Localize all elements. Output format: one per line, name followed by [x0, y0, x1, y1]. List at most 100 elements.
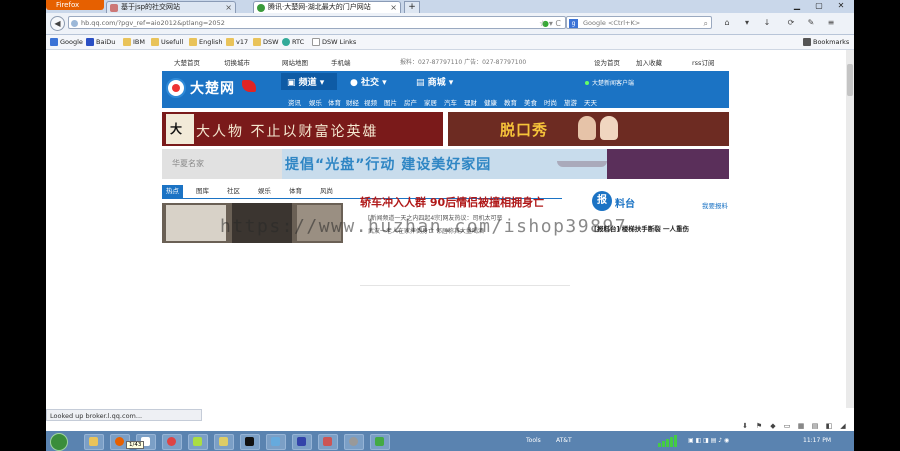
bookmark-english[interactable]: English: [189, 37, 222, 47]
search-input[interactable]: g Google <Ctrl+K> ⌕: [566, 16, 712, 29]
tab-entertainment[interactable]: 娱乐: [254, 185, 275, 198]
sub-nav-item[interactable]: 家居: [424, 97, 437, 107]
star-icon[interactable]: ☆ ▾ C: [539, 17, 561, 30]
sub-nav-item[interactable]: 图片: [384, 97, 397, 107]
menu-icon[interactable]: ≡: [826, 18, 836, 28]
resize-icon[interactable]: ◢: [838, 422, 848, 431]
sub-nav-item[interactable]: 教育: [504, 97, 517, 107]
taskbar-network[interactable]: [266, 434, 286, 450]
folder-icon: [89, 437, 98, 446]
site-logo[interactable]: 大楚网: [190, 78, 235, 98]
taskbar-chrome[interactable]: [162, 434, 182, 450]
headline-link[interactable]: 轿车冲入人群 90后情侣被撞相拥身亡: [360, 194, 544, 210]
home-link[interactable]: 大楚首页: [174, 57, 200, 67]
sub-nav-item[interactable]: 旅游: [564, 97, 577, 107]
sub-nav-item[interactable]: 娱乐: [309, 97, 322, 107]
sub-nav-item[interactable]: 时尚: [544, 97, 557, 107]
flag-icon[interactable]: ⚑: [754, 422, 764, 431]
sub-nav-item[interactable]: 理财: [464, 97, 477, 107]
sub-nav-item[interactable]: 财经: [346, 97, 359, 107]
bookmark-v17[interactable]: v17: [226, 37, 248, 47]
folder-icon: [151, 38, 159, 46]
site-map-link[interactable]: 网站地图: [282, 57, 308, 67]
home-icon[interactable]: ⌂: [722, 18, 732, 28]
news-client-link[interactable]: 大楚新闻客户端: [585, 78, 634, 87]
banner-big-figures[interactable]: 大 大人物 不止以财富论英雄: [162, 112, 443, 146]
tab-community[interactable]: 社区: [223, 185, 244, 198]
bookmark-dsw[interactable]: DSW: [253, 37, 279, 47]
site-top-strip: 大楚首页 切换城市 网站地图 手机端 报料：027-87797110 广告：02…: [46, 54, 846, 68]
taskbar-editor[interactable]: [214, 434, 234, 450]
sub-nav-item[interactable]: 房产: [404, 97, 417, 107]
start-button[interactable]: [50, 433, 68, 451]
submit-report-link[interactable]: 我要报料: [702, 200, 728, 210]
addons-icon[interactable]: ◧: [824, 422, 834, 431]
url-bar[interactable]: hb.qq.com/?pgv_ref=aio2012&ptlang=2052 ●…: [68, 16, 566, 29]
new-tab-button[interactable]: +: [404, 1, 420, 13]
vertical-scrollbar[interactable]: [846, 50, 854, 408]
channel-menu[interactable]: ▣ 频道 ▾: [287, 75, 324, 88]
tab-fashion[interactable]: 风尚: [316, 185, 337, 198]
tab-hot[interactable]: 热点: [162, 185, 183, 198]
sub-nav-item[interactable]: 美食: [524, 97, 537, 107]
firefox-menu-button[interactable]: Firefox: [46, 0, 104, 10]
firefox-icon: [115, 437, 124, 446]
taskbar-paint[interactable]: [318, 434, 338, 450]
rss-link[interactable]: rss订阅: [692, 57, 714, 67]
social-menu[interactable]: ● 社交 ▾: [350, 75, 387, 88]
taskbar-map[interactable]: [370, 434, 390, 450]
bookmarks-menu[interactable]: Bookmarks: [803, 37, 849, 47]
taskbar-cmd[interactable]: [240, 434, 260, 450]
tab-dachu[interactable]: 腾讯·大楚网-湖北最大的门户网站 ×: [253, 1, 401, 13]
taskbar-explorer[interactable]: [84, 434, 104, 450]
search-icon[interactable]: ⌕: [704, 17, 708, 30]
shield-icon[interactable]: ◆: [768, 422, 778, 431]
taskbar-word[interactable]: [292, 434, 312, 450]
tile-icon[interactable]: ▦: [796, 422, 806, 431]
page-icon[interactable]: ▤: [810, 422, 820, 431]
tab-gallery[interactable]: 图库: [192, 185, 213, 198]
rtc-icon: [282, 38, 290, 46]
close-icon[interactable]: ×: [390, 2, 397, 13]
sub-nav-item[interactable]: 体育: [328, 97, 341, 107]
back-icon[interactable]: ◀: [50, 16, 65, 31]
scroll-thumb[interactable]: [847, 64, 853, 96]
sub-nav-item[interactable]: 汽车: [444, 97, 457, 107]
download-arrow-icon[interactable]: ⬇: [740, 422, 750, 431]
banner-clean-plate[interactable]: 华夏名家 提倡“光盘”行动 建设美好家园: [162, 149, 729, 179]
navigation-toolbar: ◀ hb.qq.com/?pgv_ref=aio2012&ptlang=2052…: [46, 13, 854, 35]
sub-nav-item[interactable]: 资讯: [288, 97, 301, 107]
bookmark-ibm[interactable]: IBM: [123, 37, 145, 47]
addon-icon[interactable]: ▾: [742, 18, 752, 28]
pen-icon[interactable]: ✎: [806, 18, 816, 28]
add-favorite-link[interactable]: 加入收藏: [636, 57, 662, 67]
sync-icon[interactable]: ⟳: [786, 18, 796, 28]
tools-label[interactable]: Tools: [526, 437, 541, 444]
taskbar-notes[interactable]: [188, 434, 208, 450]
sub-nav-item[interactable]: 天天: [584, 97, 597, 107]
tab-social-site[interactable]: 基于jsp的社交网站 ×: [106, 1, 236, 13]
mall-menu[interactable]: ▤ 商城 ▾: [416, 75, 453, 88]
switch-city-link[interactable]: 切换城市: [224, 57, 250, 67]
set-home-link[interactable]: 设为首页: [594, 57, 620, 67]
download-icon[interactable]: ↓: [762, 18, 772, 28]
bookmark-usefull[interactable]: Usefull: [151, 37, 183, 47]
folder-icon: [226, 38, 234, 46]
close-icon[interactable]: ×: [225, 2, 232, 13]
minimize-icon[interactable]: ▁: [786, 0, 808, 11]
bookmark-google[interactable]: Google: [50, 37, 83, 47]
tab-sports[interactable]: 体育: [285, 185, 306, 198]
window-icon[interactable]: ▭: [782, 422, 792, 431]
sub-nav-item[interactable]: 视频: [364, 97, 377, 107]
bookmark-baidu[interactable]: BaiDu: [86, 37, 115, 47]
mobile-link[interactable]: 手机端: [331, 57, 351, 67]
bookmark-dsw-links[interactable]: DSW Links: [312, 37, 356, 47]
window-close-icon[interactable]: ✕: [830, 0, 852, 11]
tray-icons[interactable]: ▣ ◧ ◨ ▤ ♪ ◉: [688, 437, 729, 444]
taskbar-settings[interactable]: [344, 434, 364, 450]
bookmark-rtc[interactable]: RTC: [282, 37, 304, 47]
clock[interactable]: 11:17 PM: [803, 437, 831, 444]
sub-nav-item[interactable]: 健康: [484, 97, 497, 107]
banner-talk-show[interactable]: 脱口秀: [448, 112, 729, 146]
maximize-icon[interactable]: ▢: [808, 0, 830, 11]
